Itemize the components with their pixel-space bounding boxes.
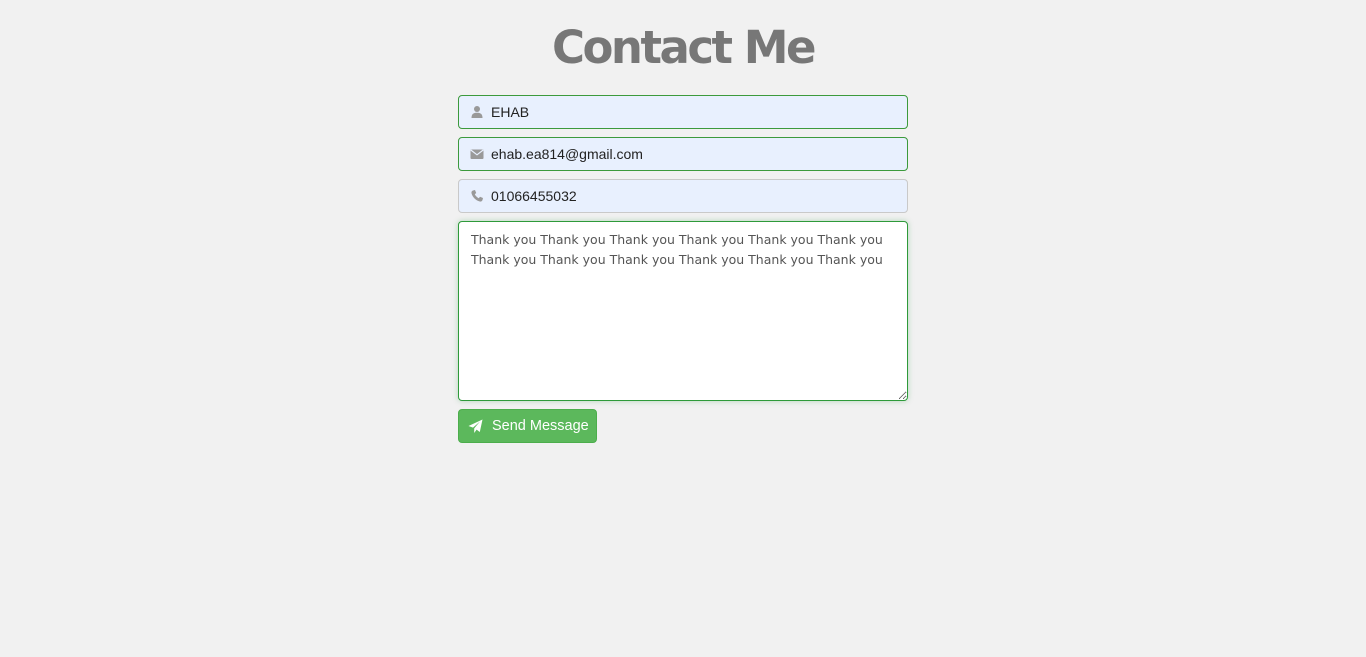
page-title: Contact Me: [551, 21, 817, 74]
contact-form: Thank you Thank you Thank you Thank you …: [458, 95, 908, 443]
envelope-icon: [470, 149, 484, 159]
name-field: [458, 95, 908, 129]
phone-field: [458, 179, 908, 213]
user-icon: [471, 106, 483, 118]
name-input[interactable]: [491, 96, 901, 128]
email-field: [458, 137, 908, 171]
phone-input[interactable]: [491, 180, 901, 212]
paper-plane-icon: [468, 419, 483, 433]
phone-icon: [471, 190, 483, 202]
send-message-button[interactable]: Send Message: [458, 409, 597, 443]
send-message-label: Send Message: [492, 418, 589, 434]
message-textarea[interactable]: Thank you Thank you Thank you Thank you …: [458, 221, 908, 401]
contact-page: Contact Me Thank you Thank you Thank you…: [0, 0, 1366, 657]
email-input[interactable]: [491, 138, 901, 170]
